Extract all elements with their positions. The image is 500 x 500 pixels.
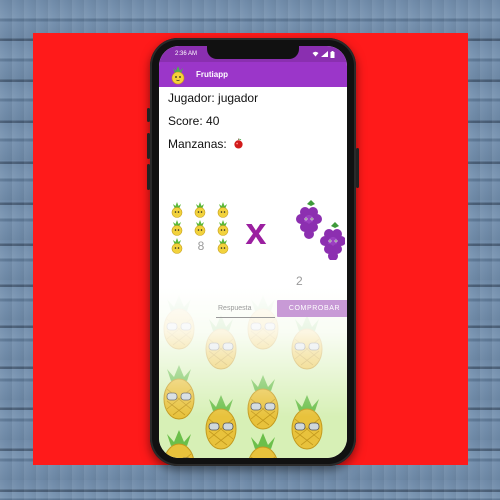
wifi-icon	[312, 51, 319, 57]
signal-icon	[321, 51, 328, 57]
operand1-group: 8	[169, 202, 229, 254]
status-icons	[312, 50, 335, 58]
player-label: Jugador: jugador	[168, 91, 259, 105]
pineapple-icon	[217, 220, 229, 236]
check-button[interactable]: COMPROBAR	[277, 300, 347, 317]
power-button	[356, 148, 359, 188]
operand1-number: 8	[197, 239, 205, 253]
app-bar: Frutiapp	[159, 62, 347, 87]
apple-icon	[234, 138, 243, 149]
pineapple-icon	[194, 202, 206, 218]
operator-multiply: x	[245, 211, 267, 253]
app-title: Frutiapp	[196, 70, 228, 79]
pineapple-logo-icon	[171, 65, 185, 84]
mute-switch	[147, 108, 150, 122]
pineapple-icon	[217, 238, 229, 254]
pineapple-icon	[171, 202, 183, 218]
apples-label: Manzanas:	[168, 137, 227, 151]
status-time: 2:36 AM	[175, 51, 198, 57]
pineapple-icon	[171, 220, 183, 236]
answer-input[interactable]	[216, 301, 275, 318]
pineapple-icon	[217, 202, 229, 218]
phone-screen: 2:36 AM Frutiapp Jugador: jugador Score:…	[159, 46, 347, 458]
operation-area: 8 x 2	[159, 192, 347, 288]
grapes-icon	[296, 200, 345, 260]
battery-icon	[330, 50, 335, 58]
apples-row: Manzanas:	[168, 137, 244, 151]
pineapple-icon	[171, 238, 183, 254]
operand2-number: 2	[296, 274, 303, 288]
phone-frame: 2:36 AM Frutiapp Jugador: jugador Score:…	[147, 38, 359, 466]
main-content: Jugador: jugador Score: 40 Manzanas: 8 x…	[159, 87, 347, 458]
volume-down-button	[147, 164, 150, 190]
volume-up-button	[147, 133, 150, 159]
notch	[207, 46, 299, 59]
pineapple-icon	[194, 220, 206, 236]
score-label: Score: 40	[168, 114, 220, 128]
